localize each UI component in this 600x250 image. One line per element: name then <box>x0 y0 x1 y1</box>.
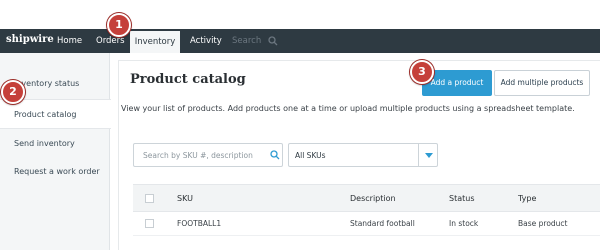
callout-badge-1: 1 <box>107 13 131 37</box>
search-icon[interactable] <box>270 150 280 160</box>
nav-item-home[interactable]: Home <box>57 29 82 53</box>
search-placeholder: Search by SKU #, description <box>143 151 253 160</box>
table-header: SKU Description Status Type <box>133 184 600 212</box>
callout-badge-2: 2 <box>1 80 25 104</box>
search-icon[interactable] <box>268 36 278 46</box>
brand-logo[interactable]: shipwire <box>6 34 54 45</box>
nav-search[interactable]: Search <box>232 29 261 53</box>
cell-description: Standard football <box>350 219 415 228</box>
page-title: Product catalog <box>130 72 246 87</box>
chevron-down-icon[interactable] <box>425 153 433 158</box>
cell-sku[interactable]: FOOTBALL1 <box>177 219 221 228</box>
callout-badge-3: 3 <box>410 60 434 84</box>
nav-item-inventory[interactable]: Inventory <box>130 29 180 53</box>
column-header-type[interactable]: Type <box>518 194 536 203</box>
column-header-status[interactable]: Status <box>449 194 475 203</box>
column-header-sku[interactable]: SKU <box>177 194 193 203</box>
select-divider <box>418 144 419 166</box>
column-header-description[interactable]: Description <box>350 194 396 203</box>
top-nav-bar: shipwire Home Orders Inventory Activity … <box>0 29 600 53</box>
sku-search-input[interactable]: Search by SKU #, description <box>133 143 283 167</box>
row-checkbox[interactable] <box>145 219 154 228</box>
nav-item-activity[interactable]: Activity <box>190 29 222 53</box>
sku-filter-value: All SKUs <box>295 151 326 160</box>
page-description: View your list of products. Add products… <box>121 104 575 113</box>
sidebar-item-send-inventory[interactable]: Send inventory <box>0 129 110 159</box>
cell-type: Base product <box>518 219 568 228</box>
cell-status: In stock <box>449 219 479 228</box>
product-table: SKU Description Status Type FOOTBALL1 St… <box>133 184 600 250</box>
sku-filter-select[interactable]: All SKUs <box>288 143 438 167</box>
sidebar-item-product-catalog[interactable]: Product catalog <box>0 99 111 129</box>
select-all-checkbox[interactable] <box>145 194 154 203</box>
add-multiple-products-button[interactable]: Add multiple products <box>494 70 590 96</box>
sidebar-item-request-work-order[interactable]: Request a work order <box>0 157 110 187</box>
table-row[interactable]: FOOTBALL1 Standard football In stock Bas… <box>133 212 600 236</box>
